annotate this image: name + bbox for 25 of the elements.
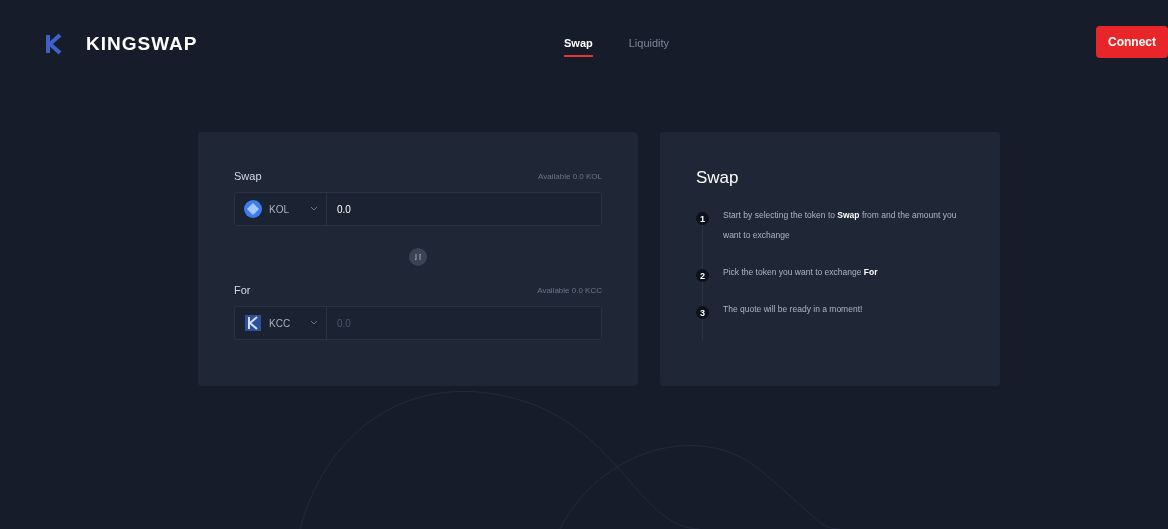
caret-icon (310, 320, 318, 326)
step-number: 2 (696, 269, 709, 282)
available-balance: Available 0.0 KOL (538, 171, 602, 181)
field-label: For (234, 284, 251, 296)
token-icon (243, 313, 263, 333)
caret-icon (310, 206, 318, 212)
token-icon (243, 199, 263, 219)
nav-tab[interactable]: Liquidity (628, 31, 670, 57)
nav-tab[interactable]: Swap (564, 31, 593, 57)
amount-field[interactable]: KOL 0.0 (234, 192, 602, 226)
connect-button[interactable]: Connect (1096, 26, 1168, 58)
brand-name: KINGSWAP (86, 33, 198, 55)
field-label: Swap (234, 170, 262, 182)
step-text: Pick the token you want to exchange For (723, 266, 878, 279)
token-selector[interactable]: KOL (235, 193, 327, 225)
step-number: 1 (696, 212, 709, 225)
swap-arrows-icon (414, 253, 422, 261)
logo-icon (44, 33, 64, 55)
swap-direction-button[interactable] (409, 248, 427, 266)
available-balance: Available 0.0 KCC (537, 285, 602, 295)
guide-title: Swap (696, 168, 740, 188)
token-selector[interactable]: KCC (235, 307, 327, 339)
step-text: The quote will be ready in a moment! (723, 303, 863, 316)
step-text: Start by selecting the token to Swap from and the amount you want to exchange (723, 209, 958, 242)
step-number: 3 (696, 306, 709, 319)
